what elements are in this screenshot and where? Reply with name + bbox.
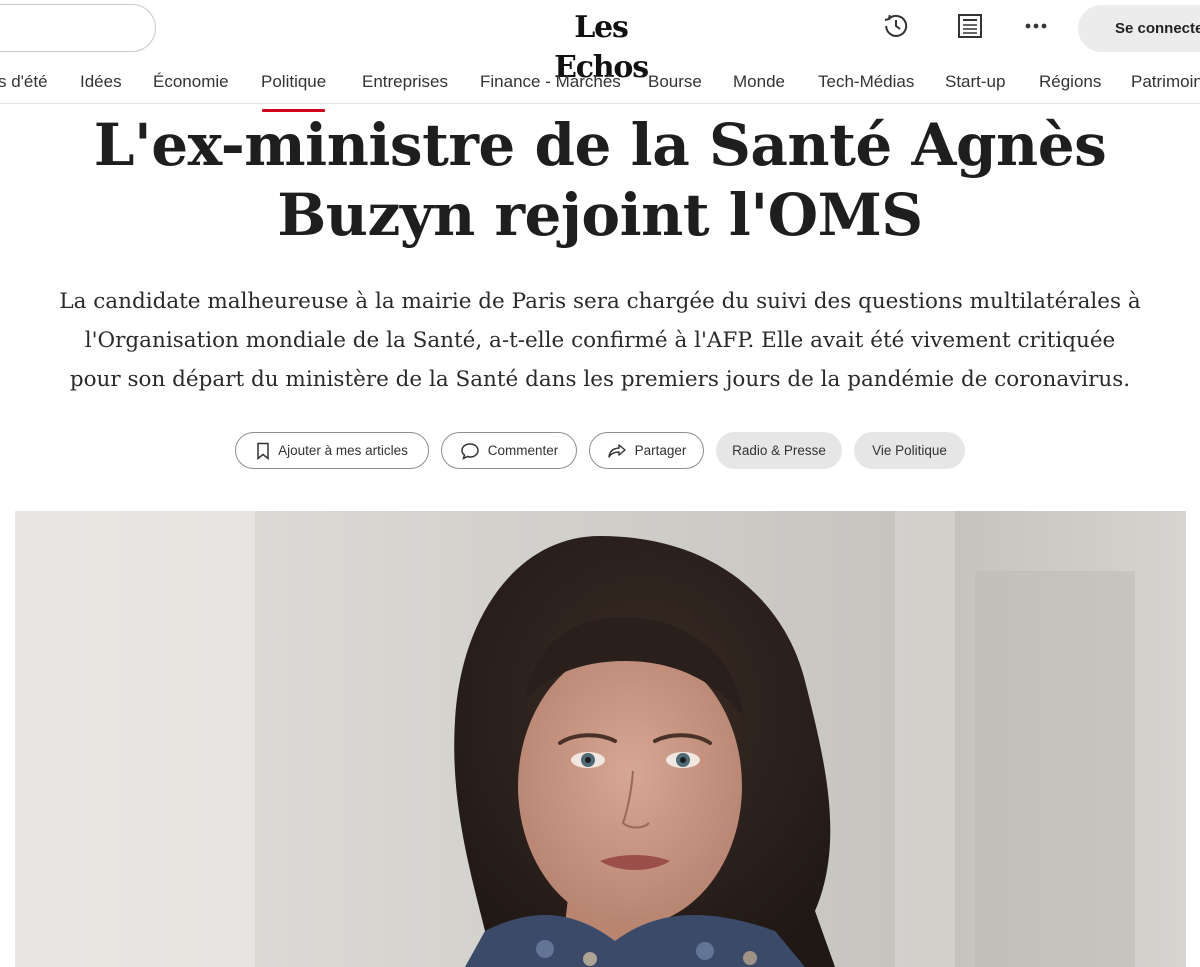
headline-line-2: Buzyn rejoint l'OMS [277,181,923,249]
lede-line-2: l'Organisation mondiale de la Santé, a-t… [84,328,1116,353]
article-lede: La candidate malheureuse à la mairie de … [16,282,1184,399]
save-article-button[interactable]: Ajouter à mes articles [235,432,429,469]
nav-item-tech-medias[interactable]: Tech-Médias [818,72,914,96]
nav-item-finance-marches[interactable]: Finance - Marchés [480,72,621,96]
share-label: Partager [634,443,687,458]
history-icon[interactable] [878,8,914,44]
site-logo[interactable]: Les Echos [528,8,674,85]
nav-item-start-up[interactable]: Start-up [945,72,1005,96]
site-header: Les Echos Se connecter [0,0,1200,85]
lede-line-1: La candidate malheureuse à la mairie de … [59,289,1141,314]
nav-item-patrimoine[interactable]: Patrimoine [1131,72,1200,96]
comment-icon [460,442,479,460]
save-article-label: Ajouter à mes articles [278,443,408,458]
share-icon [607,443,626,458]
article-page: Les Echos Se connecter s d'été Idées Éco… [0,0,1200,967]
comment-button[interactable]: Commenter [441,432,577,469]
article-photo [15,511,1186,967]
nav-item-idees[interactable]: Idées [80,72,122,96]
nav-item-monde[interactable]: Monde [733,72,785,96]
tag-vie-politique[interactable]: Vie Politique [854,432,965,469]
nav-item-ete[interactable]: s d'été [0,72,48,96]
journal-icon[interactable] [952,8,988,44]
article-headline: L'ex-ministre de la Santé Agnès Buzyn re… [20,110,1180,250]
tag-radio-presse[interactable]: Radio & Presse [716,432,842,469]
share-button[interactable]: Partager [589,432,704,469]
nav-item-entreprises[interactable]: Entreprises [362,72,448,96]
lede-line-3: pour son départ du ministère de la Santé… [69,367,1131,392]
headline-line-1: L'ex-ministre de la Santé Agnès [93,111,1107,179]
nav-item-economie[interactable]: Économie [153,72,229,96]
search-input[interactable] [0,4,156,52]
nav-item-bourse[interactable]: Bourse [648,72,702,96]
nav-item-regions[interactable]: Régions [1039,72,1101,96]
comment-label: Commenter [487,443,559,458]
article-actions: Ajouter à mes articles Commenter Partage… [0,432,1200,470]
section-nav: s d'été Idées Économie Politique Entrepr… [0,58,1200,112]
login-button[interactable]: Se connecter [1078,5,1200,52]
nav-item-politique[interactable]: Politique [261,72,326,112]
more-icon[interactable] [1018,8,1054,44]
bookmark-icon [257,442,269,460]
